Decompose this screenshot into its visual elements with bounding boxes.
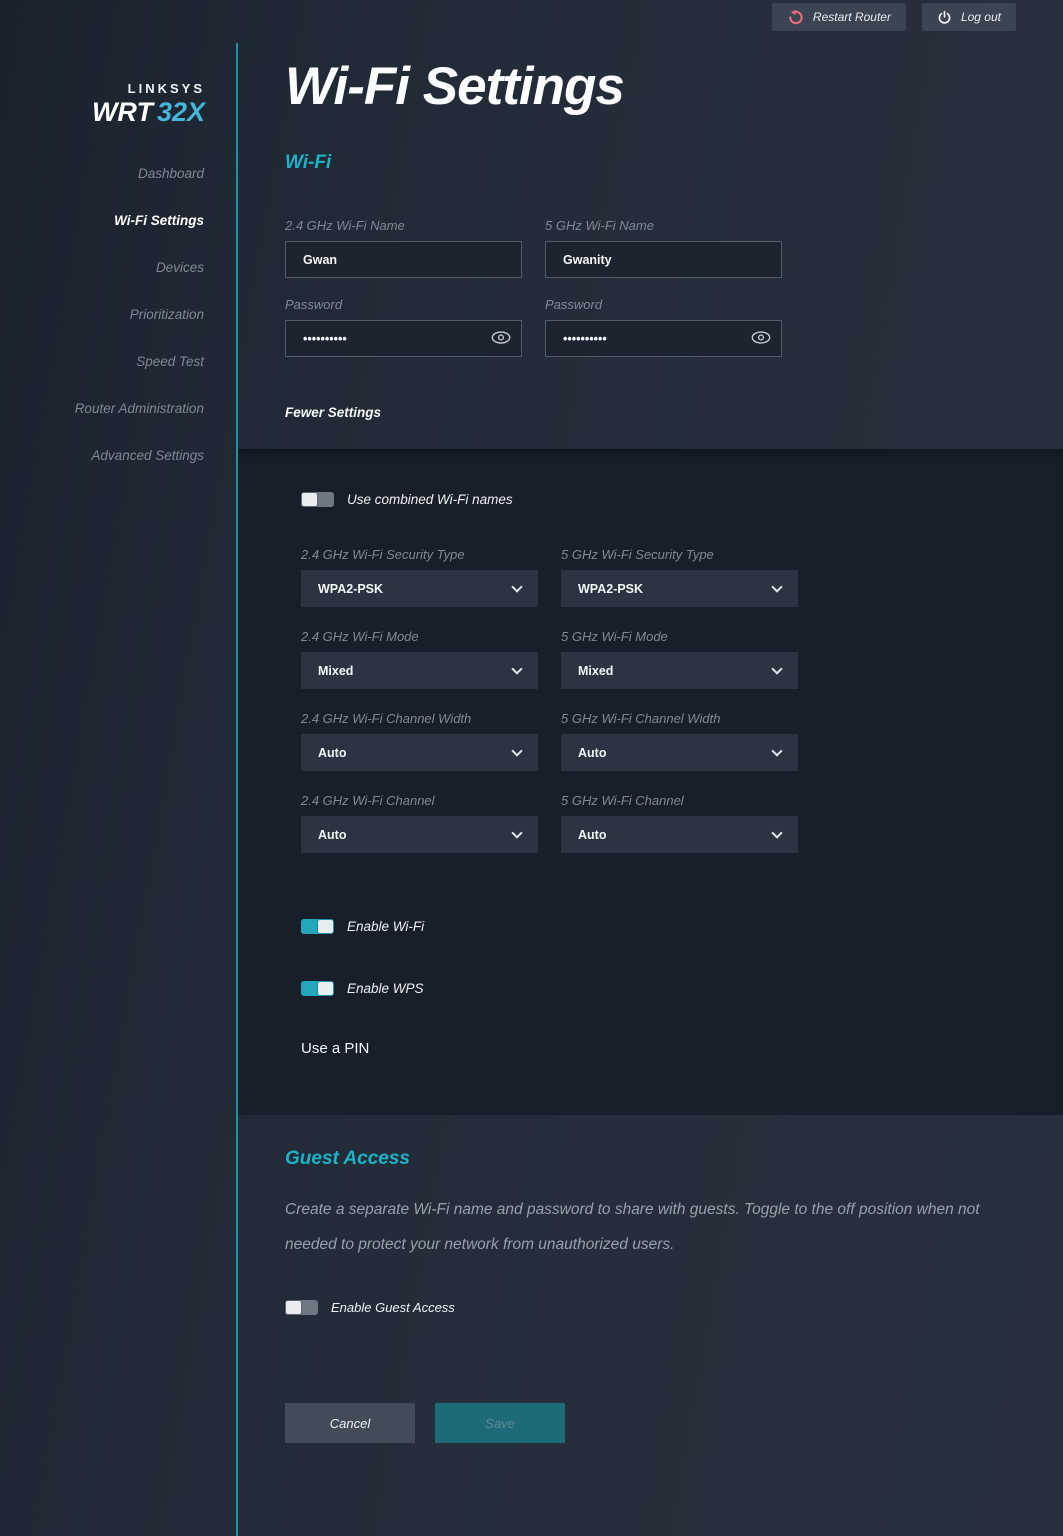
restart-router-label: Restart Router xyxy=(813,10,891,24)
combined-names-toggle[interactable] xyxy=(301,492,334,507)
sidebar-item-dashboard[interactable]: Dashboard xyxy=(0,150,236,197)
advanced-wifi-panel: Use combined Wi-Fi names 2.4 GHz Wi-Fi S… xyxy=(238,449,1063,1115)
enable-wps-toggle[interactable] xyxy=(301,981,334,996)
logout-button[interactable]: Log out xyxy=(922,3,1016,31)
wifi-name-24-input[interactable] xyxy=(285,241,522,278)
chevron-down-icon xyxy=(511,581,522,592)
form-actions: Cancel Save xyxy=(285,1403,1063,1443)
security-type-24-label: 2.4 GHz Wi-Fi Security Type xyxy=(301,547,538,562)
toggle-knob xyxy=(318,920,333,933)
channel-5-select[interactable]: Auto xyxy=(561,816,798,853)
wifi-name-5-label: 5 GHz Wi-Fi Name xyxy=(545,218,782,233)
chevron-down-icon xyxy=(511,663,522,674)
sidebar-item-devices[interactable]: Devices xyxy=(0,244,236,291)
wifi-mode-24-select[interactable]: Mixed xyxy=(301,652,538,689)
power-icon xyxy=(937,10,952,25)
restart-icon xyxy=(787,9,804,26)
chevron-down-icon xyxy=(771,663,782,674)
eye-icon xyxy=(750,330,772,348)
security-type-5-select[interactable]: WPA2-PSK xyxy=(561,570,798,607)
wifi-name-row: 2.4 GHz Wi-Fi Name 5 GHz Wi-Fi Name xyxy=(285,174,1063,278)
channel-5-label: 5 GHz Wi-Fi Channel xyxy=(561,793,798,808)
guest-access-header: Guest Access xyxy=(285,1148,1063,1170)
sidebar: LINKSYS WRT32X Dashboard Wi-Fi Settings … xyxy=(0,0,236,479)
combined-names-label: Use combined Wi-Fi names xyxy=(347,492,513,507)
channel-24-label: 2.4 GHz Wi-Fi Channel xyxy=(301,793,538,808)
topbar: Restart Router Log out xyxy=(772,3,1016,31)
channel-24-select[interactable]: Auto xyxy=(301,816,538,853)
save-button[interactable]: Save xyxy=(435,1403,565,1443)
enable-wifi-toggle[interactable] xyxy=(301,919,334,934)
wifi-name-24-label: 2.4 GHz Wi-Fi Name xyxy=(285,218,522,233)
sidebar-item-prioritization[interactable]: Prioritization xyxy=(0,291,236,338)
wifi-password-row: Password Password xyxy=(285,278,1063,357)
linksys-logo: LINKSYS WRT32X xyxy=(0,82,236,128)
sidebar-item-speed-test[interactable]: Speed Test xyxy=(0,338,236,385)
sidebar-nav: Dashboard Wi-Fi Settings Devices Priorit… xyxy=(0,150,236,479)
chevron-down-icon xyxy=(511,827,522,838)
guest-access-section: Guest Access Create a separate Wi-Fi nam… xyxy=(238,1115,1063,1443)
enable-wifi-row: Enable Wi-Fi xyxy=(301,919,1063,934)
chevron-down-icon xyxy=(771,581,782,592)
channel-width-24-select[interactable]: Auto xyxy=(301,734,538,771)
channel-width-5-select[interactable]: Auto xyxy=(561,734,798,771)
enable-guest-access-toggle[interactable] xyxy=(285,1300,318,1315)
sidebar-item-wifi-settings[interactable]: Wi-Fi Settings xyxy=(0,197,236,244)
sidebar-item-advanced-settings[interactable]: Advanced Settings xyxy=(0,432,236,479)
toggle-knob xyxy=(318,982,333,995)
wifi-mode-5-select[interactable]: Mixed xyxy=(561,652,798,689)
enable-wps-row: Enable WPS xyxy=(301,981,1063,996)
wifi-name-5-input[interactable] xyxy=(545,241,782,278)
combined-names-row: Use combined Wi-Fi names xyxy=(301,492,1063,507)
enable-wifi-label: Enable Wi-Fi xyxy=(347,919,424,934)
enable-guest-access-row: Enable Guest Access xyxy=(285,1300,1063,1315)
logo-brand-text: LINKSYS xyxy=(0,82,205,96)
logo-model-text: WRT32X xyxy=(0,98,205,128)
use-a-pin-link[interactable]: Use a PIN xyxy=(301,1040,369,1057)
chevron-down-icon xyxy=(771,745,782,756)
eye-icon xyxy=(490,330,512,348)
logout-label: Log out xyxy=(961,10,1001,24)
cancel-button[interactable]: Cancel xyxy=(285,1403,415,1443)
password-24-label: Password xyxy=(285,297,522,312)
wifi-section-header: Wi-Fi xyxy=(285,152,1063,174)
security-type-24-select[interactable]: WPA2-PSK xyxy=(301,570,538,607)
wifi-mode-24-label: 2.4 GHz Wi-Fi Mode xyxy=(301,629,538,644)
enable-wps-label: Enable WPS xyxy=(347,981,424,996)
guest-access-description: Create a separate Wi-Fi name and passwor… xyxy=(285,1192,1022,1262)
chevron-down-icon xyxy=(511,745,522,756)
channel-width-24-label: 2.4 GHz Wi-Fi Channel Width xyxy=(301,711,538,726)
toggle-knob xyxy=(302,493,317,506)
password-5-reveal-button[interactable] xyxy=(744,324,778,353)
password-24-reveal-button[interactable] xyxy=(484,324,518,353)
wifi-select-grid: 2.4 GHz Wi-Fi Security Type WPA2-PSK 5 G… xyxy=(301,547,1063,853)
password-5-label: Password xyxy=(545,297,782,312)
channel-width-5-label: 5 GHz Wi-Fi Channel Width xyxy=(561,711,798,726)
fewer-settings-link[interactable]: Fewer Settings xyxy=(285,405,381,420)
wifi-mode-5-label: 5 GHz Wi-Fi Mode xyxy=(561,629,798,644)
chevron-down-icon xyxy=(771,827,782,838)
restart-router-button[interactable]: Restart Router xyxy=(772,3,906,31)
security-type-5-label: 5 GHz Wi-Fi Security Type xyxy=(561,547,798,562)
main-content: Wi-Fi Settings Wi-Fi 2.4 GHz Wi-Fi Name … xyxy=(238,0,1063,1443)
toggle-knob xyxy=(286,1301,301,1314)
enable-guest-access-label: Enable Guest Access xyxy=(331,1300,455,1315)
sidebar-divider xyxy=(236,43,238,1536)
sidebar-item-router-administration[interactable]: Router Administration xyxy=(0,385,236,432)
